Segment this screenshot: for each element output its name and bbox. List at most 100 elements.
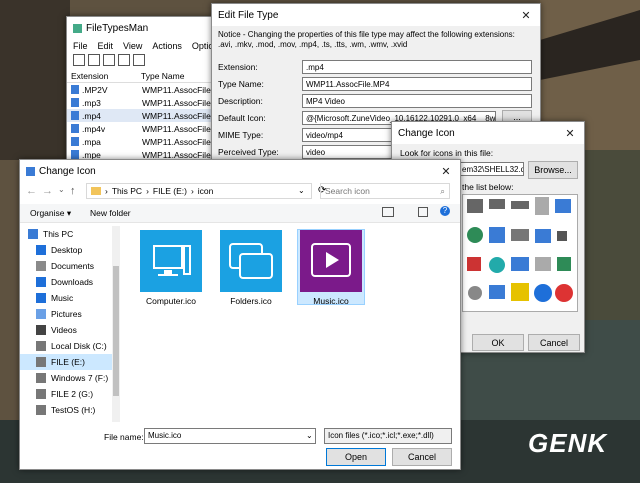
breadcrumb-drive[interactable]: FILE (E:) — [153, 186, 187, 196]
change-icon-dialog: Change Icon ✕ ← → ⌄ ↑ › This PC › FILE (… — [19, 159, 461, 470]
table-row[interactable]: .mp4 WMP11.AssocFile.M — [67, 109, 227, 122]
icon-grid[interactable] — [462, 194, 578, 312]
column-extension[interactable]: Extension — [67, 71, 141, 81]
find-icon[interactable] — [133, 54, 145, 66]
ok-button[interactable]: OK — [472, 334, 524, 351]
table-row[interactable]: .mp3 WMP11.AssocFile.M — [67, 96, 227, 109]
close-icon[interactable]: ✕ — [512, 4, 540, 26]
nav-item[interactable]: FILE (E:) — [20, 354, 120, 370]
navigation-bar: ← → ⌄ ↑ › This PC › FILE (E:) › icon ⌄ ⟳… — [20, 182, 460, 202]
drive-icon — [36, 357, 46, 367]
menu-view[interactable]: View — [123, 41, 142, 51]
desktop-icon — [36, 245, 46, 255]
nav-item[interactable]: Videos — [20, 322, 120, 338]
breadcrumb-folder[interactable]: icon — [198, 186, 214, 196]
nav-item[interactable]: Windows 7 (F:) — [20, 370, 120, 386]
file-item[interactable]: Folders.ico — [218, 230, 284, 306]
help-icon[interactable]: ? — [440, 206, 450, 216]
drive-icon — [36, 341, 46, 351]
up-icon[interactable]: ↑ — [70, 185, 76, 197]
documents-icon — [36, 261, 46, 271]
breadcrumb-separator: › — [146, 186, 149, 196]
dialog-titlebar: Change Icon ✕ — [20, 160, 460, 182]
notice-text: Notice - Changing the properties of this… — [218, 30, 515, 49]
file-icon — [71, 137, 79, 146]
type-cell: WMP11.AssocFile.M — [142, 123, 221, 134]
close-icon[interactable]: ✕ — [556, 122, 584, 144]
genk-watermark: GENK — [528, 428, 608, 458]
drive-icon — [36, 373, 46, 383]
type-cell: WMP11.AssocFile.M — [142, 84, 221, 95]
recent-locations-icon[interactable]: ⌄ — [58, 185, 65, 194]
back-icon[interactable]: ← — [26, 185, 37, 197]
menu-file[interactable]: File — [73, 41, 88, 51]
breadcrumb[interactable]: › This PC › FILE (E:) › icon — [86, 183, 312, 199]
menu-actions[interactable]: Actions — [152, 41, 182, 51]
cancel-button[interactable]: Cancel — [392, 448, 452, 466]
menu-edit[interactable]: Edit — [98, 41, 114, 51]
nav-item-label: Downloads — [51, 277, 94, 287]
preview-pane-icon[interactable] — [418, 207, 428, 217]
type-cell: WMP11.AssocFile.M — [142, 110, 221, 121]
file-icon — [71, 111, 79, 120]
navigation-pane: This PC Desktop Documents Downloads Music Pic… — [20, 226, 120, 422]
refresh-icon[interactable] — [88, 54, 100, 66]
nav-item[interactable]: Pictures — [20, 306, 120, 322]
filename-input[interactable]: Music.ico — [144, 428, 316, 444]
breadcrumb-this-pc[interactable]: This PC — [112, 186, 142, 196]
organise-label: Organise — [30, 208, 65, 218]
nav-item-label: FILE (E:) — [51, 357, 86, 367]
menu-bar: File Edit View Actions Options — [67, 39, 227, 53]
save-icon[interactable] — [73, 54, 85, 66]
file-icon — [71, 150, 79, 159]
nav-item-label: TestOS (H:) — [51, 405, 96, 415]
dropdown-icon[interactable]: ⌄ — [298, 186, 305, 195]
file-item[interactable]: Computer.ico — [138, 230, 204, 306]
new-folder-button[interactable]: New folder — [90, 208, 131, 218]
browse-button[interactable]: Browse... — [528, 161, 578, 179]
properties-icon[interactable] — [118, 54, 130, 66]
copy-icon[interactable] — [103, 54, 115, 66]
file-type-filter[interactable]: Icon files (*.ico;*.icl;*.exe;*.dll) — [324, 428, 452, 444]
nav-item-label: Local Disk (C:) — [51, 341, 107, 351]
organise-button[interactable]: Organise ▾ — [30, 208, 71, 219]
search-icon: ⌕ — [440, 186, 445, 196]
field-input[interactable]: MP4 Video — [302, 94, 532, 108]
nav-item[interactable]: TestOS (H:) — [20, 402, 120, 418]
table-row[interactable]: .mp4v WMP11.AssocFile.M — [67, 122, 227, 135]
nav-item[interactable]: Local Disk (C:) — [20, 338, 120, 354]
filename-dropdown-icon[interactable]: ⌄ — [306, 431, 313, 440]
filetypes-list: .MP2V WMP11.AssocFile.M .mp3 WMP11.AssocFil… — [67, 83, 227, 161]
field-input[interactable]: WMP11.AssocFile.MP4 — [302, 77, 532, 91]
edit-titlebar: Edit File Type ✕ — [212, 4, 540, 26]
file-item[interactable]: Music.ico — [297, 229, 365, 306]
close-icon[interactable]: ✕ — [432, 160, 460, 182]
table-row[interactable]: .mpa WMP11.AssocFile.M — [67, 135, 227, 148]
field-input[interactable]: .mp4 — [302, 60, 532, 74]
nav-item-label: Pictures — [51, 309, 82, 319]
open-button[interactable]: Open — [326, 448, 386, 466]
nav-item[interactable]: Documents — [20, 258, 120, 274]
window-title: Change Icon — [398, 127, 455, 139]
column-type-name[interactable]: Type Name — [141, 71, 184, 81]
field-label: Description: — [218, 96, 263, 106]
nav-scrollbar-thumb[interactable] — [113, 266, 119, 396]
nav-item-label: Documents — [51, 261, 94, 271]
nav-item[interactable]: Desktop — [20, 242, 120, 258]
nav-item[interactable]: Downloads — [20, 274, 120, 290]
table-row[interactable]: .MP2V WMP11.AssocFile.M — [67, 83, 227, 96]
nav-scrollbar[interactable] — [112, 226, 120, 422]
forward-icon[interactable]: → — [42, 185, 53, 197]
icon-file-path[interactable]: em32\SHELL32.dll — [458, 162, 524, 176]
type-cell: WMP11.AssocFile.M — [142, 97, 221, 108]
nav-item[interactable]: FILE 2 (G:) — [20, 386, 120, 402]
view-options-icon[interactable] — [382, 207, 394, 217]
nav-item[interactable]: This PC — [20, 226, 120, 242]
cancel-button[interactable]: Cancel — [528, 334, 580, 351]
folders-icon — [220, 230, 282, 292]
look-for-label: Look for icons in this file: — [400, 148, 494, 158]
filetypesman-titlebar: FileTypesMan — [67, 17, 227, 39]
nav-item[interactable]: Music — [20, 290, 120, 306]
search-input[interactable]: Search icon ⌕ — [320, 183, 450, 199]
filetypesman-window: FileTypesMan File Edit View Actions Opti… — [66, 16, 228, 178]
